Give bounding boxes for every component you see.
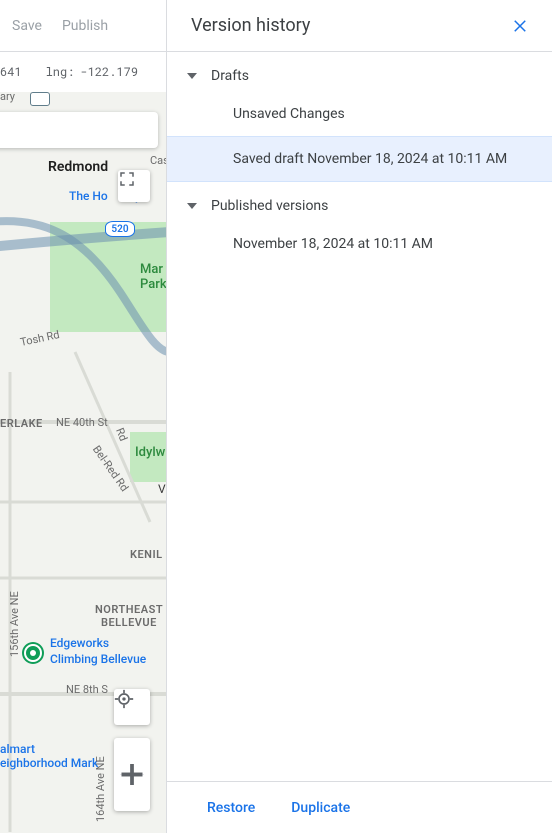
save-button[interactable]: Save: [12, 18, 42, 34]
crosshair-icon: [114, 689, 134, 709]
map-label-marymoor: Mar: [140, 262, 163, 277]
map-label-ne-bellevue-1: NORTHEAST: [95, 603, 163, 616]
map-canvas[interactable]: ary Redmond The Ho ep Cast 520 Mar Park …: [0, 92, 166, 833]
fullscreen-icon: [118, 170, 136, 188]
panel-title: Version history: [191, 15, 310, 36]
map-label-ne40: NE 40th St: [56, 416, 108, 429]
map-label-ne8: NE 8th S: [66, 683, 108, 696]
library-icon: [30, 92, 50, 106]
close-button[interactable]: [508, 14, 532, 38]
map-label-ne-bellevue-2: BELLEVUE: [101, 616, 157, 629]
section-published-header[interactable]: Published versions: [167, 182, 552, 222]
draft-item-unsaved[interactable]: Unsaved Changes: [167, 92, 552, 136]
panel-header: Version history: [167, 0, 552, 52]
publish-button[interactable]: Publish: [62, 18, 108, 34]
caret-down-icon: [187, 73, 197, 79]
lng-label: lng:: [46, 64, 75, 80]
my-location-button[interactable]: [114, 689, 150, 725]
section-drafts-header[interactable]: Drafts: [167, 52, 552, 92]
map-label-156: 156th Ave NE: [8, 591, 21, 657]
version-history-panel: Version history Drafts Unsaved Changes S…: [166, 0, 552, 833]
published-item[interactable]: November 18, 2024 at 10:11 AM: [167, 222, 552, 266]
map-label-library: ary: [0, 92, 15, 103]
map-label-kenil: KENIL: [130, 548, 163, 561]
hwy-520-shield: 520: [105, 221, 135, 237]
panel-footer: Restore Duplicate: [167, 781, 552, 833]
caret-down-icon: [187, 203, 197, 209]
map-label-cast: Cast: [150, 154, 166, 167]
minus-icon: [114, 738, 150, 811]
map-label-edgeworks-1: Edgeworks: [50, 636, 109, 650]
lat-value: 641: [0, 64, 22, 80]
map-label-164: 164th Ave NE: [94, 756, 107, 822]
lng-value: -122.179: [80, 64, 138, 80]
draft-item-saved[interactable]: Saved draft November 18, 2024 at 10:11 A…: [167, 136, 552, 182]
duplicate-button[interactable]: Duplicate: [291, 800, 350, 816]
poi-pin-edgeworks[interactable]: [24, 644, 42, 662]
coordinates-bar: 641 lng: -122.179: [0, 52, 166, 92]
restore-button[interactable]: Restore: [207, 800, 255, 816]
map-label-walmart-1: almart: [0, 742, 35, 756]
map-label-redmond: Redmond: [48, 159, 108, 175]
fullscreen-button[interactable]: [118, 170, 150, 202]
section-drafts-label: Drafts: [211, 68, 249, 84]
map-search-box[interactable]: [0, 112, 158, 148]
panel-body: Drafts Unsaved Changes Saved draft Novem…: [167, 52, 552, 781]
map-label-walmart-2: eighborhood Mark: [0, 756, 98, 770]
zoom-control: [114, 738, 150, 811]
close-icon: [511, 17, 529, 35]
map-label-marymoor-2: Park: [140, 277, 166, 292]
map-label-edgeworks-2: Climbing Bellevue: [50, 652, 146, 666]
map-label-idylw: Idylw: [135, 445, 165, 460]
zoom-out-button[interactable]: [114, 775, 150, 811]
section-published-label: Published versions: [211, 198, 328, 214]
map-label-v: V: [158, 482, 166, 496]
map-label-erlake: ERLAKE: [0, 417, 43, 430]
